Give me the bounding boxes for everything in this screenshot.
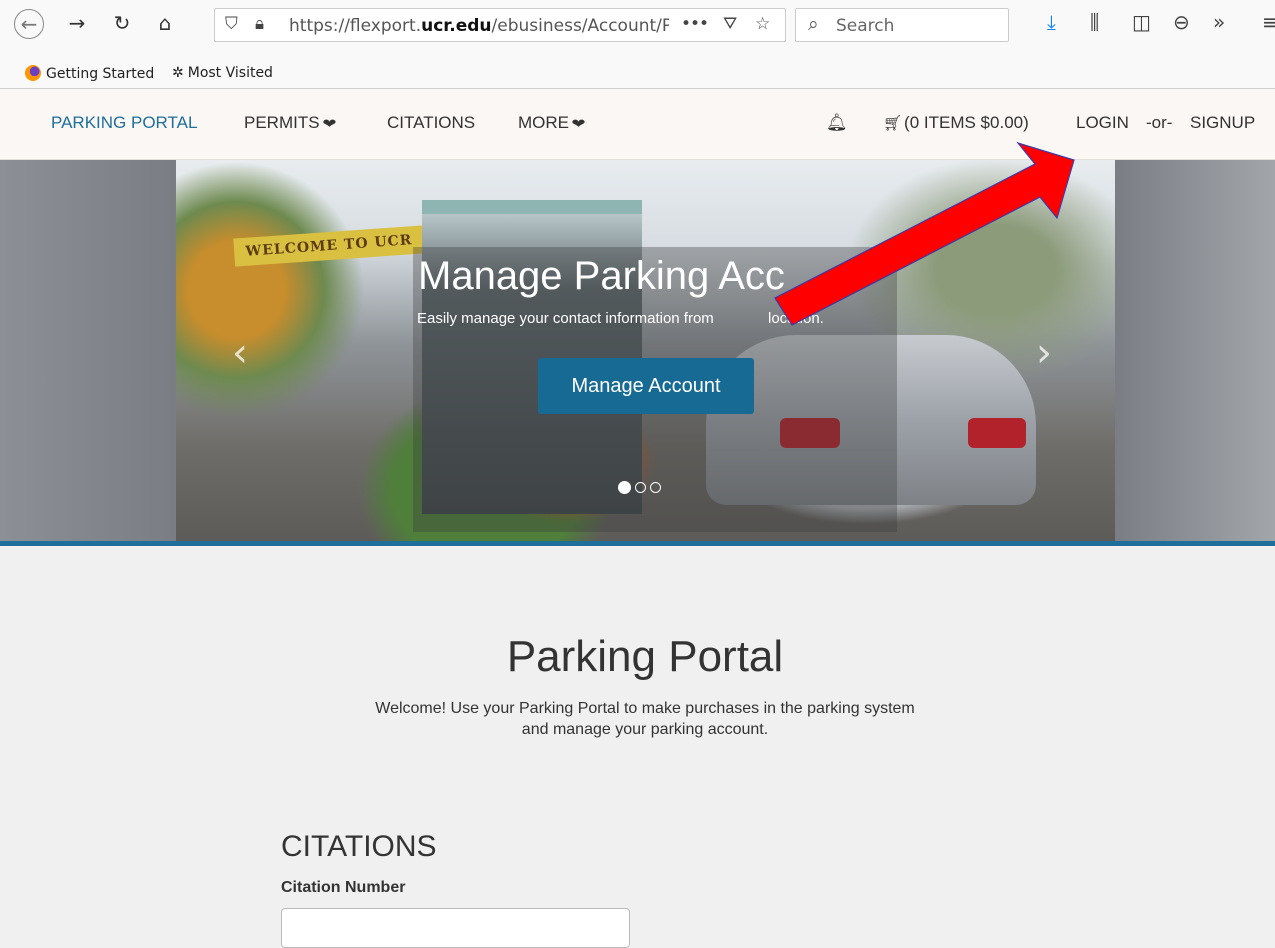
browser-toolbar: ← → ↻ ⌂ ⛉ 🔒︎ https://flexport.ucr.edu/eb… (0, 0, 1275, 61)
url-text[interactable]: https://flexport.ucr.edu/ebusiness/Accou… (289, 16, 669, 36)
url-bar[interactable]: ⛉ 🔒︎ https://flexport.ucr.edu/ebusiness/… (214, 8, 786, 42)
carousel-indicators (618, 481, 661, 494)
page-subtitle: Welcome! Use your Parking Portal to make… (375, 700, 915, 738)
taillight-right (968, 418, 1026, 448)
nav-signup[interactable]: SIGNUP (1190, 113, 1255, 133)
nav-parking-portal[interactable]: PARKING PORTAL (51, 113, 197, 133)
nav-cart[interactable]: 🛒︎ (0 ITEMS $0.00) (883, 113, 1029, 133)
chevron-down-icon: ❤ (571, 116, 586, 131)
shield-icon[interactable]: ⛉ (225, 14, 238, 34)
hero-carousel: WELCOME TO UCR Manage Parking Acc Easily… (0, 160, 1275, 543)
hero-side-left (0, 160, 176, 543)
citation-number-input[interactable] (281, 908, 630, 948)
firefox-icon (25, 65, 41, 81)
nav-permits[interactable]: PERMITS ❤ (244, 113, 337, 133)
gear-icon: ✲ (172, 65, 184, 81)
bookmark-getting-started[interactable]: Getting Started (25, 65, 154, 82)
search-placeholder: Search (836, 16, 895, 36)
hero-bottom-border (0, 541, 1275, 546)
bookmark-most-visited[interactable]: ✲ Most Visited (172, 65, 273, 81)
search-icon: ⌕ (808, 13, 819, 35)
sidebar-icon[interactable]: ◫ (1132, 10, 1151, 34)
nav-more[interactable]: MORE ❤ (518, 113, 586, 133)
back-icon[interactable]: ← (14, 9, 44, 39)
hero-side-right (1115, 160, 1275, 543)
carousel-dot[interactable] (635, 482, 646, 493)
carousel-dot[interactable] (618, 481, 631, 494)
carousel-next-icon[interactable]: › (1036, 330, 1052, 376)
forward-icon[interactable]: → (62, 8, 92, 38)
citation-number-label: Citation Number (281, 879, 406, 896)
home-icon[interactable]: ⌂ (150, 8, 180, 38)
lock-icon[interactable]: 🔒︎ (255, 14, 264, 34)
reload-icon[interactable]: ↻ (107, 8, 137, 38)
bookmark-star-icon[interactable]: ☆ (755, 14, 770, 34)
carousel-dot[interactable] (650, 482, 661, 493)
overflow-icon[interactable]: » (1213, 10, 1225, 34)
nav-or: -or- (1146, 113, 1173, 132)
menu-icon[interactable]: ≡ (1262, 10, 1275, 34)
slide-subtitle: Easily manage your contact information f… (417, 310, 824, 327)
nav-login[interactable]: LOGIN (1076, 113, 1129, 133)
carousel-prev-icon[interactable]: ‹ (232, 330, 248, 376)
page-title: Parking Portal (506, 632, 784, 681)
citations-heading: CITATIONS (281, 830, 437, 863)
nav-citations[interactable]: CITATIONS (387, 113, 475, 133)
site-nav: PARKING PORTAL PERMITS ❤ CITATIONS MORE ❤ … (0, 89, 1275, 160)
account-icon[interactable]: ⊖ (1173, 10, 1190, 34)
chevron-down-icon: ❤ (321, 116, 337, 131)
download-icon[interactable]: ⤓ (1047, 10, 1056, 34)
slide-title: Manage Parking Acc (418, 254, 785, 298)
welcome-banner: WELCOME TO UCR (233, 225, 425, 267)
bell-icon[interactable]: 🔔︎ (826, 113, 848, 133)
cart-icon: 🛒︎ (883, 114, 903, 132)
library-icon[interactable]: ⫼ (1090, 10, 1099, 34)
pocket-icon[interactable]: ⛛ (723, 14, 737, 34)
bookmarks-bar: Getting Started ✲ Most Visited (0, 60, 1275, 89)
page-actions-icon[interactable]: ••• (681, 14, 709, 34)
search-bar[interactable]: ⌕ Search (795, 8, 1009, 42)
manage-account-button[interactable]: Manage Account (538, 358, 754, 414)
